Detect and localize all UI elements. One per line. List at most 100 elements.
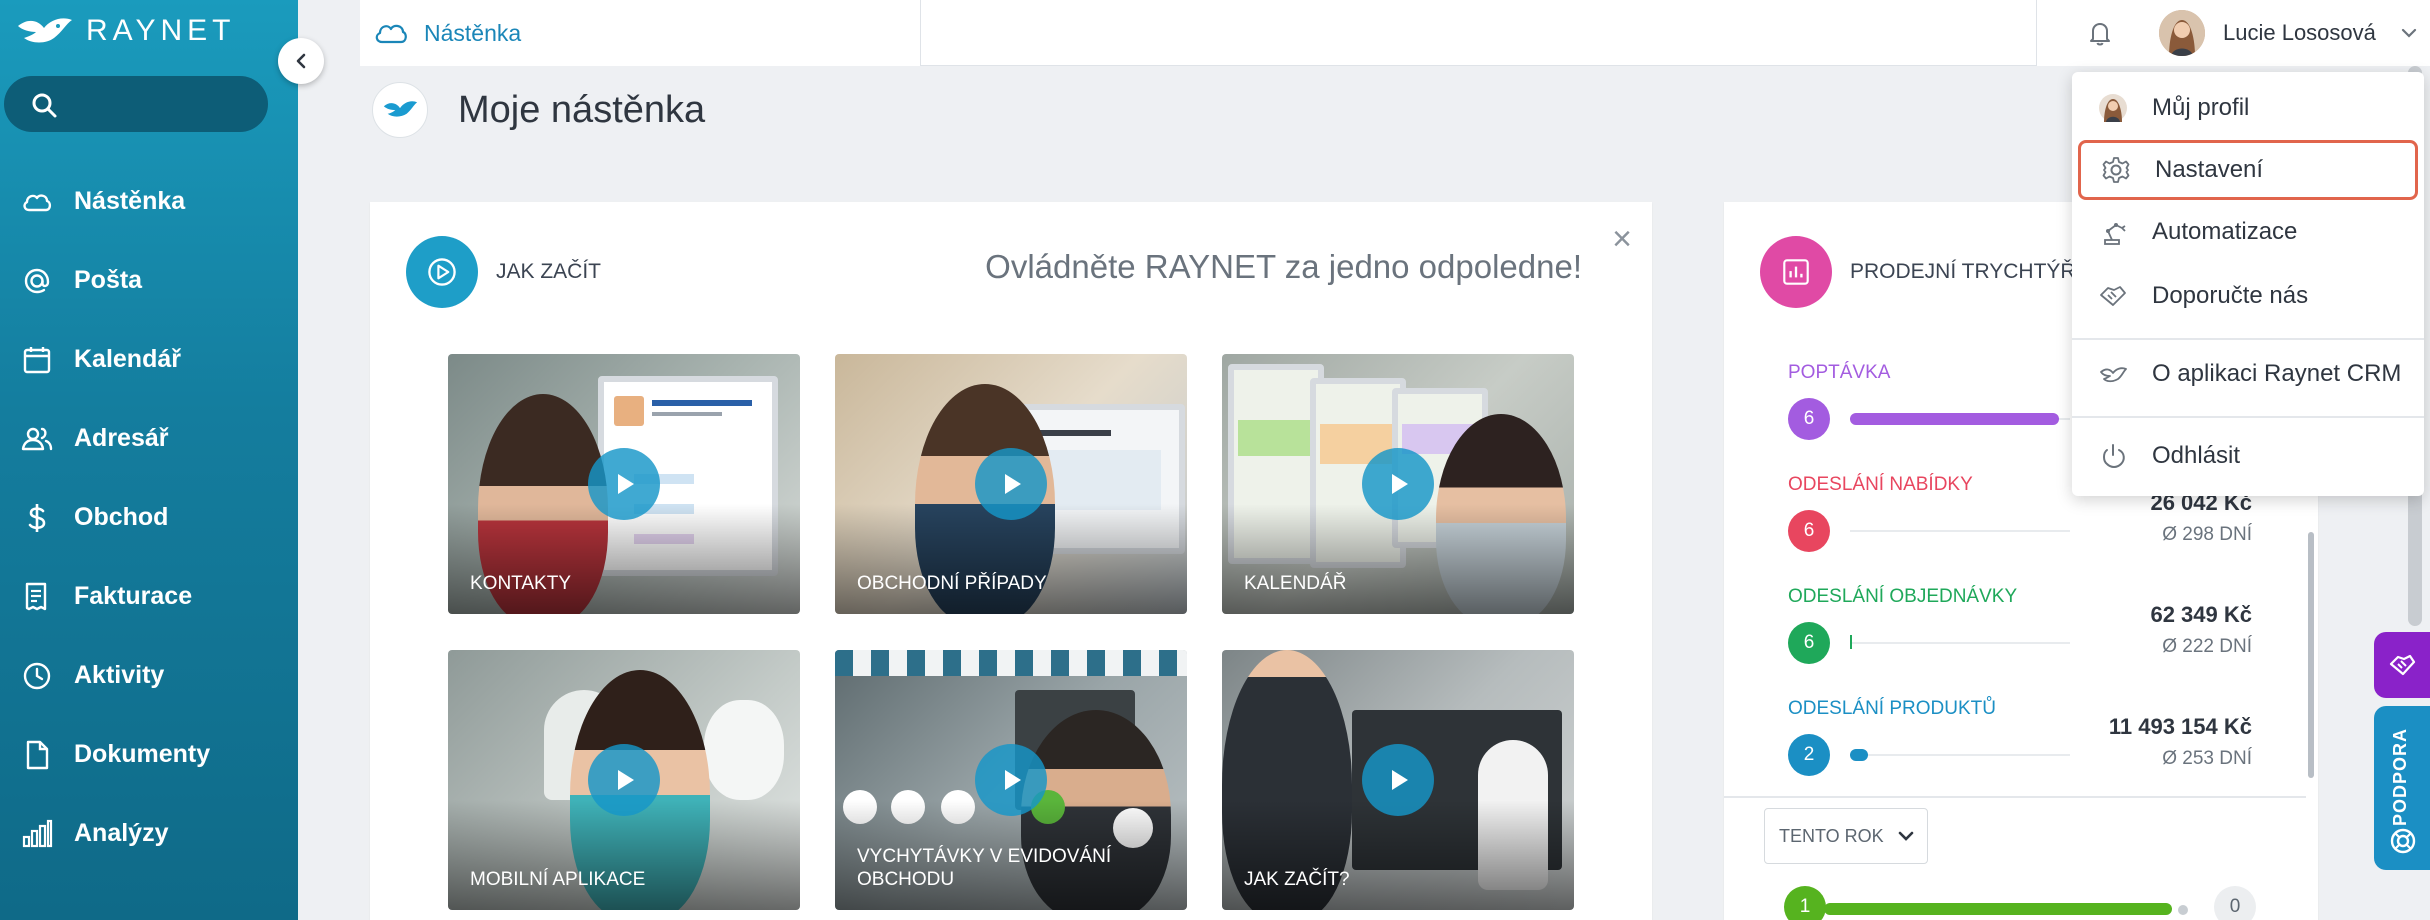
stage-track bbox=[1850, 642, 2070, 644]
page-header: Moje nástěnka bbox=[372, 82, 705, 138]
video-thumbnail-mobilni-aplikace[interactable]: MOBILNÍ APLIKACE bbox=[448, 650, 800, 910]
video-thumbnail-obchodni-pripady[interactable]: OBCHODNÍ PŘÍPADY bbox=[835, 354, 1187, 614]
menu-item-profile[interactable]: Můj profil bbox=[2078, 78, 2418, 138]
user-menu[interactable]: Lucie Lososová bbox=[2036, 0, 2430, 66]
stage-count-badge: 6 bbox=[1788, 510, 1830, 552]
progress-bar bbox=[1824, 903, 2172, 915]
play-button[interactable] bbox=[588, 744, 660, 816]
sidebar-item-fakturace[interactable]: Fakturace bbox=[0, 557, 298, 636]
menu-divider bbox=[2072, 416, 2424, 418]
sidebar-item-label: Aktivity bbox=[74, 661, 165, 689]
video-label: VYCHYTÁVKY V EVIDOVÁNÍ OBCHODU bbox=[857, 845, 1112, 891]
video-label: MOBILNÍ APLIKACE bbox=[470, 869, 646, 891]
avatar-icon bbox=[2096, 91, 2130, 125]
menu-item-about[interactable]: O aplikaci Raynet CRM bbox=[2078, 344, 2418, 404]
sidebar-item-label: Obchod bbox=[74, 503, 169, 531]
cloud-icon bbox=[18, 183, 56, 221]
funnel-stage[interactable]: ODESLÁNÍ PRODUKTŮ 2 11 493 154 Kč Ø 253 … bbox=[1788, 698, 2268, 776]
raynet-logo[interactable]: RAYNET bbox=[14, 10, 235, 52]
menu-item-label: O aplikaci Raynet CRM bbox=[2152, 360, 2402, 387]
stage-amount: 11 493 154 Kč bbox=[2108, 714, 2252, 739]
sidebar-item-posta[interactable]: Pošta bbox=[0, 241, 298, 320]
chevron-down-icon bbox=[1898, 831, 1913, 841]
handshake-icon bbox=[2389, 654, 2416, 676]
stage-track bbox=[1850, 754, 2070, 756]
stage-count-badge: 6 bbox=[1788, 622, 1830, 664]
close-icon[interactable]: × bbox=[1612, 220, 1632, 259]
play-button[interactable] bbox=[1362, 448, 1434, 520]
bottom-progress-row: 1 0 bbox=[1784, 886, 2264, 920]
stage-name: ODESLÁNÍ OBJEDNÁVKY bbox=[1788, 586, 2018, 607]
sidebar-item-label: Fakturace bbox=[74, 582, 193, 610]
at-icon bbox=[18, 262, 56, 300]
sidebar-item-nastenka[interactable]: Nástěnka bbox=[0, 162, 298, 241]
sidebar-item-kalendar[interactable]: Kalendář bbox=[0, 320, 298, 399]
sidebar-item-dokumenty[interactable]: Dokumenty bbox=[0, 715, 298, 794]
search-input[interactable] bbox=[4, 76, 268, 132]
widget-subtitle: Ovládněte RAYNET za jedno odpoledne! bbox=[985, 248, 1582, 285]
sidebar-item-label: Analýzy bbox=[74, 819, 169, 847]
support-label: PODPORA bbox=[2390, 728, 2410, 827]
stage-name: ODESLÁNÍ PRODUKTŮ bbox=[1788, 698, 1996, 719]
play-button[interactable] bbox=[1362, 744, 1434, 816]
topbar: Nástěnka Lucie Lososová bbox=[298, 0, 2430, 66]
widget-title: JAK ZAČÍT bbox=[496, 260, 602, 283]
stage-name: ODESLÁNÍ NABÍDKY bbox=[1788, 474, 1973, 495]
stage-days: Ø 253 DNÍ bbox=[2162, 748, 2252, 769]
user-name: Lucie Lososová bbox=[2223, 20, 2376, 45]
stage-count-badge: 6 bbox=[1788, 398, 1830, 440]
search-icon bbox=[32, 93, 57, 118]
recommend-tab[interactable] bbox=[2374, 632, 2430, 698]
video-thumbnail-vychytavky[interactable]: VYCHYTÁVKY V EVIDOVÁNÍ OBCHODU bbox=[835, 650, 1187, 910]
video-thumbnail-kalendar[interactable]: KALENDÁŘ bbox=[1222, 354, 1574, 614]
video-label: KALENDÁŘ bbox=[1244, 573, 1347, 595]
count-badge: 0 bbox=[2214, 886, 2256, 920]
menu-item-settings[interactable]: Nastavení bbox=[2078, 140, 2418, 200]
widget-scrollbar[interactable] bbox=[2308, 532, 2314, 778]
stage-bar bbox=[1850, 749, 1868, 761]
video-label: OBCHODNÍ PŘÍPADY bbox=[857, 573, 1047, 595]
play-button[interactable] bbox=[975, 744, 1047, 816]
play-button[interactable] bbox=[975, 448, 1047, 520]
dollar-icon bbox=[18, 499, 56, 537]
menu-item-label: Automatizace bbox=[2152, 218, 2298, 245]
play-button[interactable] bbox=[588, 448, 660, 520]
menu-item-logout[interactable]: Odhlásit bbox=[2078, 426, 2418, 486]
period-select[interactable]: TENTO ROK bbox=[1764, 808, 1928, 864]
stage-track bbox=[1850, 530, 2070, 532]
report-chart-icon bbox=[1760, 236, 1832, 308]
getting-started-widget: JAK ZAČÍT Ovládněte RAYNET za jedno odpo… bbox=[370, 202, 1652, 920]
sidebar-item-adresar[interactable]: Adresář bbox=[0, 399, 298, 478]
sidebar-item-analyzy[interactable]: Analýzy bbox=[0, 794, 298, 873]
raynet-bird-icon bbox=[372, 82, 428, 138]
page-title: Moje nástěnka bbox=[458, 88, 706, 131]
calendar-icon bbox=[18, 341, 56, 379]
sidebar-item-label: Kalendář bbox=[74, 345, 181, 373]
bar-chart-icon bbox=[18, 815, 56, 853]
sidebar-item-obchod[interactable]: Obchod bbox=[0, 478, 298, 557]
stage-days: Ø 298 DNÍ bbox=[2162, 524, 2252, 545]
play-circle-icon bbox=[406, 236, 478, 308]
period-value: TENTO ROK bbox=[1779, 825, 1884, 846]
sidebar-item-label: Pošta bbox=[74, 266, 143, 294]
sidebar-item-label: Adresář bbox=[74, 424, 169, 452]
bell-icon[interactable] bbox=[2085, 18, 2115, 48]
video-label: KONTAKTY bbox=[470, 573, 571, 595]
avatar[interactable] bbox=[2159, 10, 2205, 56]
stage-days: Ø 222 DNÍ bbox=[2162, 636, 2252, 657]
video-thumbnail-kontakty[interactable]: KONTAKTY bbox=[448, 354, 800, 614]
menu-item-automation[interactable]: Automatizace bbox=[2078, 202, 2418, 262]
funnel-stage[interactable]: ODESLÁNÍ OBJEDNÁVKY 6 62 349 Kč Ø 222 DN… bbox=[1788, 586, 2268, 664]
sidebar-item-aktivity[interactable]: Aktivity bbox=[0, 636, 298, 715]
menu-item-label: Doporučte nás bbox=[2152, 282, 2309, 309]
tab-nastenka[interactable]: Nástěnka bbox=[360, 0, 920, 66]
support-tab[interactable]: PODPORA bbox=[2374, 706, 2430, 870]
handshake-icon bbox=[2096, 279, 2130, 313]
menu-divider bbox=[2072, 338, 2424, 340]
video-thumbnail-jak-zacit[interactable]: JAK ZAČÍT? bbox=[1222, 650, 1574, 910]
collapse-sidebar-button[interactable] bbox=[278, 38, 324, 84]
menu-item-recommend[interactable]: Doporučte nás bbox=[2078, 266, 2418, 326]
divider bbox=[1724, 796, 2306, 798]
contacts-icon bbox=[18, 420, 56, 458]
stage-name: POPTÁVKA bbox=[1788, 362, 1891, 383]
